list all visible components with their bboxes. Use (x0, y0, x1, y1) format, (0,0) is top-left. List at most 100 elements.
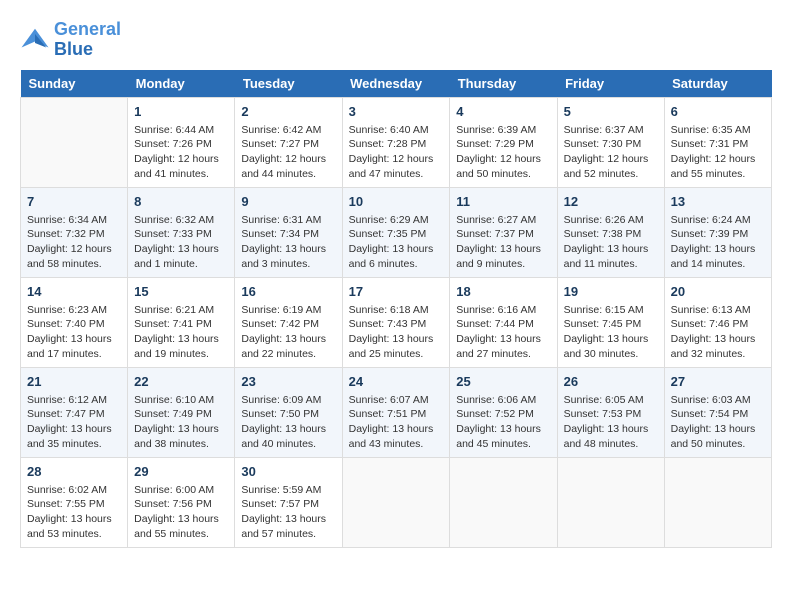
day-info: Sunrise: 6:35 AMSunset: 7:31 PMDaylight:… (671, 123, 765, 182)
day-cell (557, 457, 664, 547)
day-number: 12 (564, 193, 658, 211)
day-cell: 1 Sunrise: 6:44 AMSunset: 7:26 PMDayligh… (128, 97, 235, 187)
day-number: 5 (564, 103, 658, 121)
day-info: Sunrise: 6:44 AMSunset: 7:26 PMDaylight:… (134, 123, 228, 182)
header-wednesday: Wednesday (342, 70, 450, 98)
day-cell: 28 Sunrise: 6:02 AMSunset: 7:55 PMDaylig… (21, 457, 128, 547)
day-info: Sunrise: 6:05 AMSunset: 7:53 PMDaylight:… (564, 393, 658, 452)
day-info: Sunrise: 6:18 AMSunset: 7:43 PMDaylight:… (349, 303, 444, 362)
day-info: Sunrise: 6:39 AMSunset: 7:29 PMDaylight:… (456, 123, 550, 182)
day-cell: 15 Sunrise: 6:21 AMSunset: 7:41 PMDaylig… (128, 277, 235, 367)
day-cell: 17 Sunrise: 6:18 AMSunset: 7:43 PMDaylig… (342, 277, 450, 367)
day-info: Sunrise: 6:19 AMSunset: 7:42 PMDaylight:… (241, 303, 335, 362)
day-info: Sunrise: 6:24 AMSunset: 7:39 PMDaylight:… (671, 213, 765, 272)
day-number: 11 (456, 193, 550, 211)
day-number: 23 (241, 373, 335, 391)
day-number: 27 (671, 373, 765, 391)
day-info: Sunrise: 6:31 AMSunset: 7:34 PMDaylight:… (241, 213, 335, 272)
day-number: 20 (671, 283, 765, 301)
header-friday: Friday (557, 70, 664, 98)
day-info: Sunrise: 6:34 AMSunset: 7:32 PMDaylight:… (27, 213, 121, 272)
day-cell: 22 Sunrise: 6:10 AMSunset: 7:49 PMDaylig… (128, 367, 235, 457)
day-number: 6 (671, 103, 765, 121)
day-number: 26 (564, 373, 658, 391)
week-row-3: 14 Sunrise: 6:23 AMSunset: 7:40 PMDaylig… (21, 277, 772, 367)
day-cell: 27 Sunrise: 6:03 AMSunset: 7:54 PMDaylig… (664, 367, 771, 457)
logo-text: General Blue (54, 20, 121, 60)
day-number: 13 (671, 193, 765, 211)
day-info: Sunrise: 6:16 AMSunset: 7:44 PMDaylight:… (456, 303, 550, 362)
day-cell: 10 Sunrise: 6:29 AMSunset: 7:35 PMDaylig… (342, 187, 450, 277)
day-info: Sunrise: 6:13 AMSunset: 7:46 PMDaylight:… (671, 303, 765, 362)
day-info: Sunrise: 6:03 AMSunset: 7:54 PMDaylight:… (671, 393, 765, 452)
day-info: Sunrise: 6:10 AMSunset: 7:49 PMDaylight:… (134, 393, 228, 452)
day-cell: 7 Sunrise: 6:34 AMSunset: 7:32 PMDayligh… (21, 187, 128, 277)
week-row-1: 1 Sunrise: 6:44 AMSunset: 7:26 PMDayligh… (21, 97, 772, 187)
page-header: General Blue (20, 20, 772, 60)
day-cell: 26 Sunrise: 6:05 AMSunset: 7:53 PMDaylig… (557, 367, 664, 457)
day-info: Sunrise: 6:27 AMSunset: 7:37 PMDaylight:… (456, 213, 550, 272)
day-number: 18 (456, 283, 550, 301)
day-cell: 14 Sunrise: 6:23 AMSunset: 7:40 PMDaylig… (21, 277, 128, 367)
day-cell: 19 Sunrise: 6:15 AMSunset: 7:45 PMDaylig… (557, 277, 664, 367)
day-number: 8 (134, 193, 228, 211)
header-saturday: Saturday (664, 70, 771, 98)
day-number: 22 (134, 373, 228, 391)
day-number: 24 (349, 373, 444, 391)
day-cell (664, 457, 771, 547)
calendar-table: SundayMondayTuesdayWednesdayThursdayFrid… (20, 70, 772, 548)
logo: General Blue (20, 20, 121, 60)
day-number: 2 (241, 103, 335, 121)
logo-icon (20, 25, 50, 55)
day-info: Sunrise: 6:32 AMSunset: 7:33 PMDaylight:… (134, 213, 228, 272)
day-number: 7 (27, 193, 121, 211)
day-info: Sunrise: 6:00 AMSunset: 7:56 PMDaylight:… (134, 483, 228, 542)
day-info: Sunrise: 6:42 AMSunset: 7:27 PMDaylight:… (241, 123, 335, 182)
day-cell: 24 Sunrise: 6:07 AMSunset: 7:51 PMDaylig… (342, 367, 450, 457)
day-cell: 3 Sunrise: 6:40 AMSunset: 7:28 PMDayligh… (342, 97, 450, 187)
day-number: 30 (241, 463, 335, 481)
day-cell (21, 97, 128, 187)
day-info: Sunrise: 6:12 AMSunset: 7:47 PMDaylight:… (27, 393, 121, 452)
day-cell: 16 Sunrise: 6:19 AMSunset: 7:42 PMDaylig… (235, 277, 342, 367)
day-info: Sunrise: 6:21 AMSunset: 7:41 PMDaylight:… (134, 303, 228, 362)
day-info: Sunrise: 6:06 AMSunset: 7:52 PMDaylight:… (456, 393, 550, 452)
week-row-2: 7 Sunrise: 6:34 AMSunset: 7:32 PMDayligh… (21, 187, 772, 277)
week-row-5: 28 Sunrise: 6:02 AMSunset: 7:55 PMDaylig… (21, 457, 772, 547)
header-monday: Monday (128, 70, 235, 98)
header-thursday: Thursday (450, 70, 557, 98)
day-cell: 8 Sunrise: 6:32 AMSunset: 7:33 PMDayligh… (128, 187, 235, 277)
day-cell: 12 Sunrise: 6:26 AMSunset: 7:38 PMDaylig… (557, 187, 664, 277)
day-number: 16 (241, 283, 335, 301)
day-cell: 13 Sunrise: 6:24 AMSunset: 7:39 PMDaylig… (664, 187, 771, 277)
day-info: Sunrise: 6:40 AMSunset: 7:28 PMDaylight:… (349, 123, 444, 182)
day-number: 1 (134, 103, 228, 121)
day-number: 3 (349, 103, 444, 121)
day-cell: 20 Sunrise: 6:13 AMSunset: 7:46 PMDaylig… (664, 277, 771, 367)
day-info: Sunrise: 6:15 AMSunset: 7:45 PMDaylight:… (564, 303, 658, 362)
day-cell: 6 Sunrise: 6:35 AMSunset: 7:31 PMDayligh… (664, 97, 771, 187)
day-cell: 23 Sunrise: 6:09 AMSunset: 7:50 PMDaylig… (235, 367, 342, 457)
header-tuesday: Tuesday (235, 70, 342, 98)
day-info: Sunrise: 6:37 AMSunset: 7:30 PMDaylight:… (564, 123, 658, 182)
calendar-body: 1 Sunrise: 6:44 AMSunset: 7:26 PMDayligh… (21, 97, 772, 547)
day-info: Sunrise: 6:23 AMSunset: 7:40 PMDaylight:… (27, 303, 121, 362)
calendar-header-row: SundayMondayTuesdayWednesdayThursdayFrid… (21, 70, 772, 98)
day-cell: 9 Sunrise: 6:31 AMSunset: 7:34 PMDayligh… (235, 187, 342, 277)
day-number: 15 (134, 283, 228, 301)
day-cell (450, 457, 557, 547)
day-number: 29 (134, 463, 228, 481)
day-info: Sunrise: 5:59 AMSunset: 7:57 PMDaylight:… (241, 483, 335, 542)
day-cell: 30 Sunrise: 5:59 AMSunset: 7:57 PMDaylig… (235, 457, 342, 547)
day-number: 17 (349, 283, 444, 301)
day-number: 14 (27, 283, 121, 301)
week-row-4: 21 Sunrise: 6:12 AMSunset: 7:47 PMDaylig… (21, 367, 772, 457)
day-cell: 18 Sunrise: 6:16 AMSunset: 7:44 PMDaylig… (450, 277, 557, 367)
day-number: 21 (27, 373, 121, 391)
day-cell: 21 Sunrise: 6:12 AMSunset: 7:47 PMDaylig… (21, 367, 128, 457)
day-cell: 25 Sunrise: 6:06 AMSunset: 7:52 PMDaylig… (450, 367, 557, 457)
day-info: Sunrise: 6:09 AMSunset: 7:50 PMDaylight:… (241, 393, 335, 452)
day-number: 28 (27, 463, 121, 481)
day-cell: 11 Sunrise: 6:27 AMSunset: 7:37 PMDaylig… (450, 187, 557, 277)
day-info: Sunrise: 6:29 AMSunset: 7:35 PMDaylight:… (349, 213, 444, 272)
